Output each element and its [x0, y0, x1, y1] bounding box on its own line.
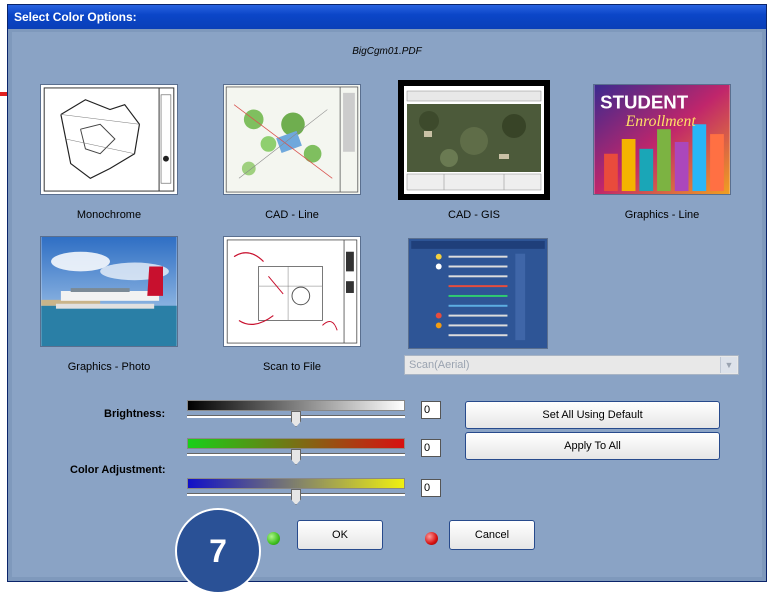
- thumb-cad-gis[interactable]: [398, 80, 550, 200]
- poster-subtitle-text: Enrollment: [625, 113, 697, 130]
- green-red-gradient: [187, 438, 405, 449]
- thumb-label-scan-to-file: Scan to File: [262, 361, 322, 373]
- combo-value: Scan(Aerial): [409, 359, 470, 371]
- thumb-label-cad-gis: CAD - GIS: [448, 209, 500, 221]
- brightness-label: Brightness:: [104, 408, 166, 420]
- blue-yellow-slider-thumb[interactable]: [291, 489, 301, 505]
- thumb-graphics-photo[interactable]: [40, 236, 178, 347]
- green-red-slider[interactable]: [187, 438, 405, 465]
- blue-yellow-value-field[interactable]: 0: [421, 479, 441, 497]
- green-red-value-field[interactable]: 0: [421, 439, 441, 457]
- brightness-value-field[interactable]: 0: [421, 401, 441, 419]
- blue-yellow-slider[interactable]: [187, 478, 405, 505]
- dialog-title: Select Color Options:: [8, 5, 766, 29]
- chevron-down-icon[interactable]: ▼: [720, 357, 737, 373]
- thumb-custom-settings[interactable]: [408, 238, 548, 349]
- monochrome-preview-icon: [41, 85, 177, 194]
- brightness-slider[interactable]: [187, 400, 405, 427]
- cancel-status-icon: [425, 532, 438, 545]
- cancel-button[interactable]: Cancel: [449, 520, 535, 550]
- color-profile-combo[interactable]: Scan(Aerial) ▼: [404, 355, 739, 375]
- thumb-scan-to-file[interactable]: [223, 236, 361, 347]
- thumb-graphics-line[interactable]: STUDENT Enrollment: [593, 84, 731, 195]
- ok-button[interactable]: OK: [297, 520, 383, 550]
- poster-title-text: STUDENT: [600, 92, 689, 113]
- thumb-label-monochrome: Monochrome: [76, 209, 142, 221]
- thumb-label-graphics-photo: Graphics - Photo: [67, 361, 151, 373]
- file-name: BigCgm01.PDF: [352, 46, 422, 57]
- cad-gis-preview-icon: [404, 86, 544, 194]
- blue-yellow-gradient: [187, 478, 405, 489]
- thumb-label-graphics-line: Graphics - Line: [624, 209, 700, 221]
- dialog-client-area: BigCgm01.PDF Monochrome CAD - Line CAD -…: [12, 32, 762, 577]
- brightness-gradient: [187, 400, 405, 411]
- thumb-label-cad-line: CAD - Line: [265, 209, 319, 221]
- green-red-slider-thumb[interactable]: [291, 449, 301, 465]
- set-all-default-button[interactable]: Set All Using Default: [465, 401, 720, 429]
- step-number-badge: 7: [175, 508, 261, 594]
- thumb-monochrome[interactable]: [40, 84, 178, 195]
- ok-status-icon: [267, 532, 280, 545]
- apply-to-all-button[interactable]: Apply To All: [465, 432, 720, 460]
- custom-settings-preview-icon: [409, 239, 547, 348]
- scan-to-file-preview-icon: [224, 237, 360, 346]
- cad-line-preview-icon: [224, 85, 360, 194]
- brightness-slider-thumb[interactable]: [291, 411, 301, 427]
- graphics-line-preview-icon: STUDENT Enrollment: [594, 85, 730, 194]
- color-adjustment-label: Color Adjustment:: [70, 464, 166, 476]
- graphics-photo-preview-icon: [41, 237, 177, 346]
- thumb-cad-line[interactable]: [223, 84, 361, 195]
- select-color-options-dialog: Select Color Options: BigCgm01.PDF Monoc…: [7, 4, 767, 582]
